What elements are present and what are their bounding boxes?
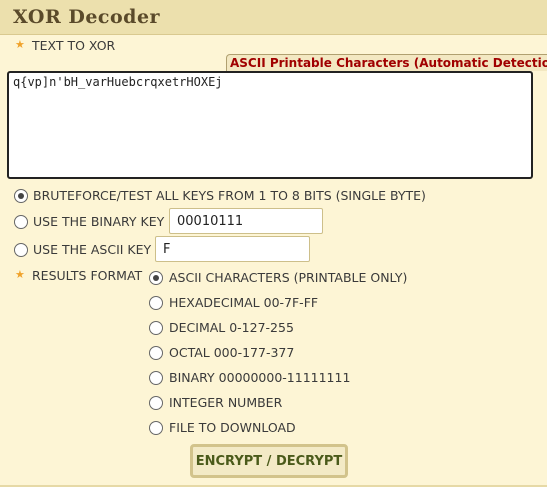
bruteforce-radio[interactable] xyxy=(14,189,28,203)
format-option-label: BINARY 00000000-11111111 xyxy=(169,370,351,385)
format-option-label: ASCII CHARACTERS (PRINTABLE ONLY) xyxy=(169,270,408,285)
results-format-label: RESULTS FORMAT xyxy=(32,268,143,283)
binary-key-radio[interactable] xyxy=(14,215,28,229)
format-option-label: INTEGER NUMBER xyxy=(169,395,283,410)
bruteforce-label: BRUTEFORCE/TEST ALL KEYS FROM 1 TO 8 BIT… xyxy=(33,188,426,203)
binary-key-label: USE THE BINARY KEY xyxy=(33,214,165,229)
format-radio-decimal[interactable] xyxy=(149,321,163,335)
detection-badge: ASCII Printable Characters (Automatic De… xyxy=(226,54,547,71)
format-option-label: FILE TO DOWNLOAD xyxy=(169,420,296,435)
encrypt-decrypt-button[interactable]: ENCRYPT / DECRYPT xyxy=(190,444,348,478)
binary-key-input[interactable] xyxy=(169,208,323,234)
format-radio-hex[interactable] xyxy=(149,296,163,310)
ascii-key-input[interactable] xyxy=(155,236,310,262)
star-icon: ★ xyxy=(15,38,25,51)
format-radio-binary[interactable] xyxy=(149,371,163,385)
format-option-label: HEXADECIMAL 00-7F-FF xyxy=(169,295,319,310)
page-title: XOR Decoder xyxy=(13,6,161,28)
format-radio-file[interactable] xyxy=(149,421,163,435)
star-icon: ★ xyxy=(15,268,25,281)
ascii-key-label: USE THE ASCII KEY xyxy=(33,242,152,257)
text-to-xor-label: TEXT TO XOR xyxy=(32,38,116,53)
format-radio-octal[interactable] xyxy=(149,346,163,360)
ciphertext-input[interactable]: q{vp]n'bH_varHuebcrqxetrHOXEj xyxy=(7,71,533,179)
format-option-label: DECIMAL 0-127-255 xyxy=(169,320,294,335)
format-option-label: OCTAL 000-177-377 xyxy=(169,345,295,360)
format-radio-integer[interactable] xyxy=(149,396,163,410)
format-radio-ascii[interactable] xyxy=(149,271,163,285)
header-bar: XOR Decoder xyxy=(0,0,547,35)
ascii-key-radio[interactable] xyxy=(14,243,28,257)
